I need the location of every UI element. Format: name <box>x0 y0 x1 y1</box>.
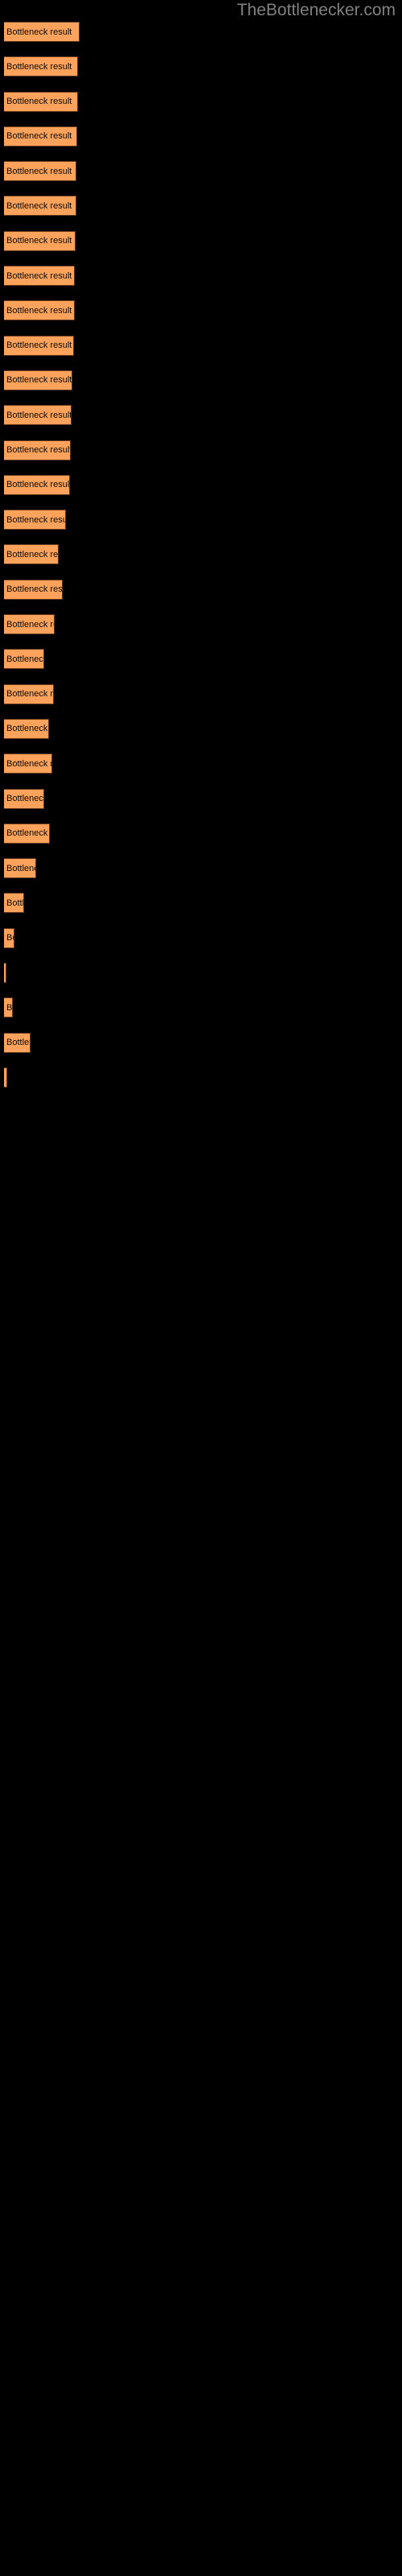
bar-label: Bottleneck result <box>6 61 72 72</box>
bottleneck-result-bar[interactable]: Bottleneck result <box>4 544 59 565</box>
bottleneck-result-bar[interactable]: Bottleneck result <box>4 300 75 321</box>
site-title: TheBottlenecker.com <box>236 1 396 19</box>
bar-label: Bottleneck result <box>6 1002 13 1013</box>
bottleneck-result-bar[interactable]: Bottleneck result <box>4 858 36 879</box>
bottleneck-result-bar[interactable]: Bottleneck result <box>4 788 44 809</box>
bottleneck-result-bar[interactable]: Bottleneck result <box>4 579 63 600</box>
bar-row: Bottleneck result <box>0 266 402 300</box>
bar-label: Bottleneck result <box>6 549 59 559</box>
bar-row: Bottleneck result <box>0 230 402 266</box>
bar-row: Bottleneck result <box>0 579 402 614</box>
bar-label: Bottleneck result <box>6 933 14 943</box>
bar-label: Bottleneck result <box>6 724 48 734</box>
bottleneck-result-bar[interactable]: Bottleneck result <box>4 893 24 914</box>
bar-label: Bottleneck result <box>6 863 35 873</box>
bar-row: Bottleneck result <box>0 300 402 335</box>
bar-row: Bottleneck result <box>0 997 402 1032</box>
bottleneck-result-bar[interactable]: Bottleneck result <box>4 753 52 774</box>
bar-row: Bottleneck result <box>0 963 402 997</box>
bar-row: Bottleneck result <box>0 126 402 161</box>
bar-row: Bottleneck result <box>0 893 402 927</box>
bar-label: Bottleneck result <box>6 410 72 420</box>
bar-label: Bottleneck result <box>6 514 66 525</box>
bar-row: Bottleneck result <box>0 718 402 753</box>
bar-label: Bottleneck result <box>6 1072 7 1082</box>
bottleneck-result-bar[interactable]: Bottleneck result <box>4 56 78 77</box>
bar-row: Bottleneck result <box>0 683 402 719</box>
bar-label: Bottleneck result <box>6 1038 30 1048</box>
bar-label: Bottleneck result <box>6 375 72 386</box>
bar-label: Bottleneck result <box>6 27 72 37</box>
bar-label: Bottleneck result <box>6 305 72 316</box>
bottleneck-result-bar[interactable]: Bottleneck result <box>4 997 13 1018</box>
bar-row: Bottleneck result <box>0 405 402 440</box>
bar-label: Bottleneck result <box>6 341 72 351</box>
bar-row: Bottleneck result <box>0 161 402 196</box>
bottleneck-result-bar[interactable]: Bottleneck result <box>4 91 78 112</box>
bottleneck-result-bar[interactable]: Bottleneck result <box>4 718 49 739</box>
bar-row: Bottleneck result <box>0 1067 402 1102</box>
bar-row: Bottleneck result <box>0 510 402 544</box>
bottleneck-result-bar[interactable]: Bottleneck result <box>4 440 71 460</box>
bar-row: Bottleneck result <box>0 196 402 230</box>
bar-row: Bottleneck result <box>0 544 402 579</box>
bar-row: Bottleneck result <box>0 335 402 370</box>
bar-row: Bottleneck result <box>0 649 402 683</box>
bar-label: Bottleneck result <box>6 584 63 595</box>
bottleneck-result-bar[interactable]: Bottleneck result <box>4 1032 31 1053</box>
bottleneck-result-bar[interactable]: Bottleneck result <box>4 823 50 844</box>
bar-row: Bottleneck result <box>0 614 402 649</box>
bar-row: Bottleneck result <box>0 1032 402 1067</box>
bottleneck-bar-chart: Bottleneck result Bottleneck result Bottle… <box>0 22 402 1102</box>
bottleneck-result-bar[interactable]: Bottleneck result <box>4 22 80 42</box>
bar-label: Bottleneck result <box>6 619 54 630</box>
bottleneck-result-bar[interactable]: Bottleneck result <box>4 126 77 147</box>
bar-label: Bottleneck result <box>6 898 24 908</box>
bottleneck-result-bar[interactable]: Bottleneck result <box>4 369 72 390</box>
bottleneck-result-bar[interactable]: Bottleneck result <box>4 683 54 704</box>
bottleneck-result-bar[interactable]: Bottleneck result <box>4 963 6 984</box>
bottleneck-result-bar[interactable]: Bottleneck result <box>4 1067 7 1088</box>
bottleneck-result-bar[interactable]: Bottleneck result <box>4 405 72 426</box>
bar-label: Bottleneck result <box>6 794 44 804</box>
bar-label: Bottleneck result <box>6 758 51 769</box>
bottleneck-result-bar[interactable]: Bottleneck result <box>4 266 75 287</box>
bottleneck-result-bar[interactable]: Bottleneck result <box>4 335 74 356</box>
bar-row: Bottleneck result <box>0 858 402 893</box>
bar-row: Bottleneck result <box>0 440 402 475</box>
bar-label: Bottleneck result <box>6 689 54 700</box>
bar-label: Bottleneck result <box>6 480 70 490</box>
bar-row: Bottleneck result <box>0 56 402 91</box>
bar-row: Bottleneck result <box>0 788 402 824</box>
bottleneck-result-bar[interactable]: Bottleneck result <box>4 474 70 495</box>
bar-label: Bottleneck result <box>6 131 72 142</box>
bar-label: Bottleneck result <box>6 828 49 839</box>
bar-row: Bottleneck result <box>0 823 402 858</box>
bottleneck-result-bar[interactable]: Bottleneck result <box>4 230 76 251</box>
bar-row: Bottleneck result <box>0 91 402 126</box>
bottleneck-result-bar[interactable]: Bottleneck result <box>4 161 76 182</box>
bar-row: Bottleneck result <box>0 22 402 56</box>
bar-label: Bottleneck result <box>6 200 72 211</box>
bar-label: Bottleneck result <box>6 236 72 246</box>
bottleneck-result-bar[interactable]: Bottleneck result <box>4 510 66 530</box>
bar-label: Bottleneck result <box>6 97 72 107</box>
bar-row: Bottleneck result <box>0 474 402 510</box>
bar-label: Bottleneck result <box>6 445 71 456</box>
bar-label: Bottleneck result <box>6 166 72 176</box>
bar-row: Bottleneck result <box>0 753 402 788</box>
bottleneck-result-bar[interactable]: Bottleneck result <box>4 927 14 948</box>
bottleneck-result-bar[interactable]: Bottleneck result <box>4 649 44 670</box>
bottleneck-result-bar[interactable]: Bottleneck result <box>4 614 55 635</box>
bar-label: Bottleneck result <box>6 270 72 281</box>
bottleneck-result-bar[interactable]: Bottleneck result <box>4 196 76 217</box>
bar-row: Bottleneck result <box>0 927 402 963</box>
bar-label: Bottleneck result <box>6 654 44 664</box>
bar-row: Bottleneck result <box>0 369 402 405</box>
